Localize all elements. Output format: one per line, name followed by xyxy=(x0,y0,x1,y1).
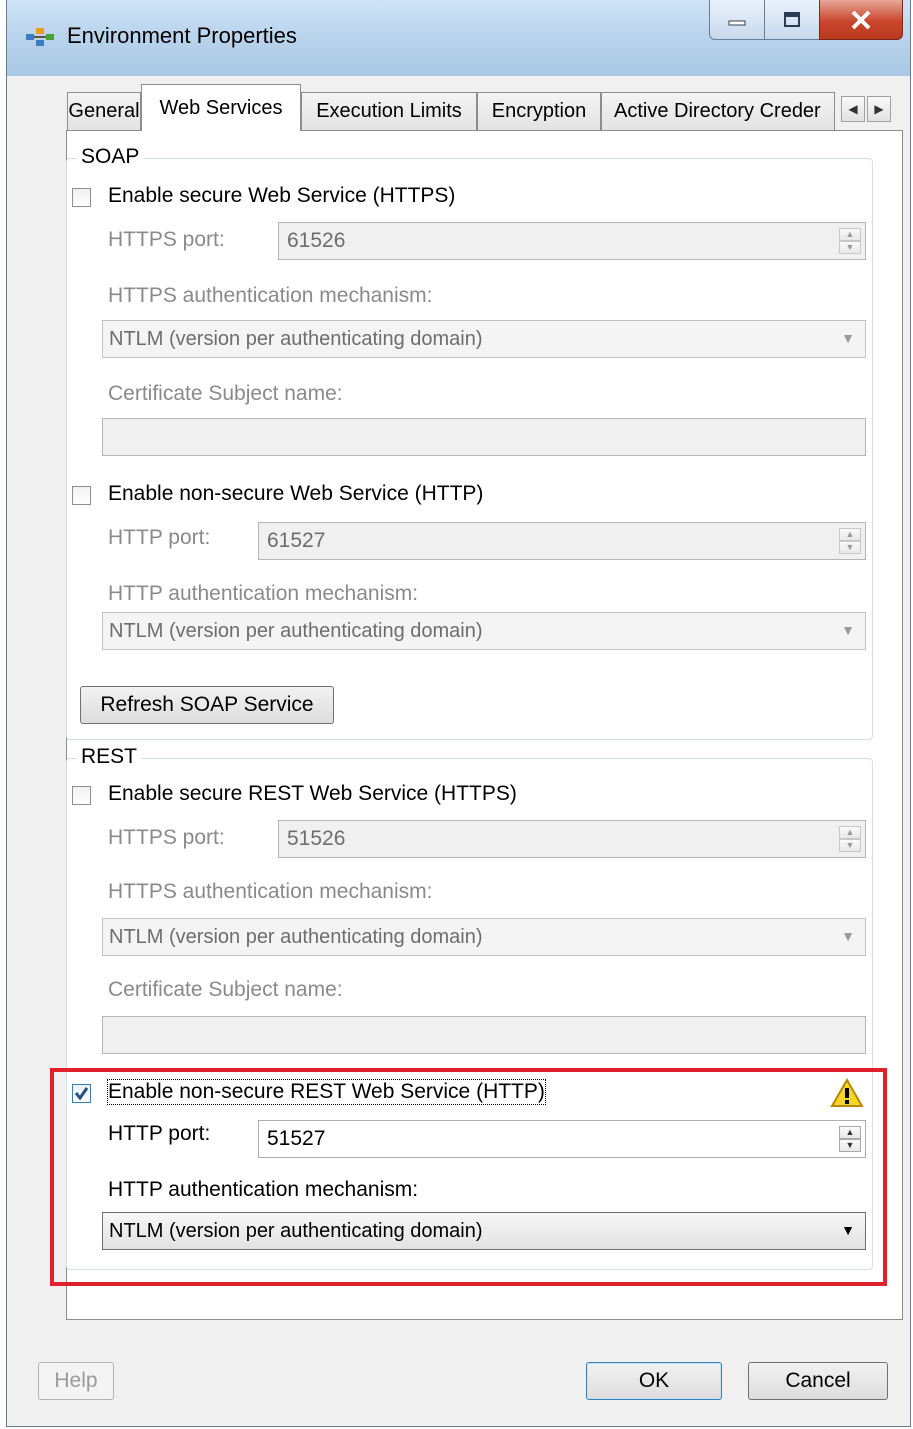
soap-cert-subject-label: Certificate Subject name: xyxy=(108,382,343,405)
chevron-down-icon: ▼ xyxy=(841,330,855,346)
rest-https-port-value: 51526 xyxy=(287,827,346,850)
chevron-down-icon: ▼ xyxy=(841,622,855,638)
cancel-button[interactable]: Cancel xyxy=(748,1362,888,1400)
soap-cert-subject-input[interactable] xyxy=(102,418,866,456)
spin-up-icon[interactable]: ▲ xyxy=(839,528,861,541)
help-button-label: Help xyxy=(54,1369,98,1392)
rest-cert-subject-input[interactable] xyxy=(102,1016,866,1054)
refresh-soap-service-button[interactable]: Refresh SOAP Service xyxy=(80,686,334,724)
rest-https-auth-value: NTLM (version per authenticating domain) xyxy=(109,925,483,948)
rest-cert-subject-label: Certificate Subject name: xyxy=(108,978,343,1001)
cancel-button-label: Cancel xyxy=(785,1369,851,1392)
rest-https-port-input[interactable]: 51526 ▲ ▼ xyxy=(278,820,866,858)
soap-http-port-input[interactable]: 61527 ▲ ▼ xyxy=(258,522,866,560)
highlight-box xyxy=(50,1068,887,1286)
soap-http-auth-dropdown[interactable]: NTLM (version per authenticating domain)… xyxy=(102,612,866,650)
spin-down-icon[interactable]: ▼ xyxy=(839,839,861,852)
soap-https-checkbox-label[interactable]: Enable secure Web Service (HTTPS) xyxy=(108,184,455,208)
chevron-down-icon: ▼ xyxy=(841,928,855,944)
rest-https-checkbox[interactable] xyxy=(72,786,91,805)
refresh-soap-service-label: Refresh SOAP Service xyxy=(100,693,314,716)
soap-http-checkbox[interactable] xyxy=(72,486,91,505)
soap-https-auth-label: HTTPS authentication mechanism: xyxy=(108,284,433,307)
soap-http-port-value: 61527 xyxy=(267,529,326,552)
ok-button[interactable]: OK xyxy=(586,1362,722,1400)
soap-http-auth-label: HTTP authentication mechanism: xyxy=(108,582,419,605)
ok-button-label: OK xyxy=(638,1369,670,1392)
soap-http-auth-value: NTLM (version per authenticating domain) xyxy=(109,619,483,642)
rest-https-checkbox-label[interactable]: Enable secure REST Web Service (HTTPS) xyxy=(108,782,517,806)
spin-down-icon[interactable]: ▼ xyxy=(839,541,861,554)
rest-https-auth-dropdown[interactable]: NTLM (version per authenticating domain)… xyxy=(102,918,866,956)
spin-up-icon[interactable]: ▲ xyxy=(839,826,861,839)
rest-https-auth-label: HTTPS authentication mechanism: xyxy=(108,880,433,903)
soap-https-port-spinner[interactable]: ▲ ▼ xyxy=(839,228,861,254)
soap-https-port-label: HTTPS port: xyxy=(108,228,225,251)
soap-http-port-spinner[interactable]: ▲ ▼ xyxy=(839,528,861,554)
soap-group-title: SOAP xyxy=(77,145,144,169)
spin-up-icon[interactable]: ▲ xyxy=(839,228,861,241)
soap-http-port-label: HTTP port: xyxy=(108,526,211,549)
soap-https-auth-value: NTLM (version per authenticating domain) xyxy=(109,327,483,350)
soap-https-auth-dropdown[interactable]: NTLM (version per authenticating domain)… xyxy=(102,320,866,358)
help-button[interactable]: Help xyxy=(38,1362,114,1400)
soap-https-port-input[interactable]: 61526 ▲ ▼ xyxy=(278,222,866,260)
soap-https-checkbox[interactable] xyxy=(72,188,91,207)
soap-http-checkbox-label[interactable]: Enable non-secure Web Service (HTTP) xyxy=(108,482,483,506)
rest-https-port-spinner[interactable]: ▲ ▼ xyxy=(839,826,861,852)
spin-down-icon[interactable]: ▼ xyxy=(839,241,861,254)
rest-group-title: REST xyxy=(77,745,142,769)
soap-https-port-value: 61526 xyxy=(287,229,346,252)
rest-https-port-label: HTTPS port: xyxy=(108,826,225,849)
